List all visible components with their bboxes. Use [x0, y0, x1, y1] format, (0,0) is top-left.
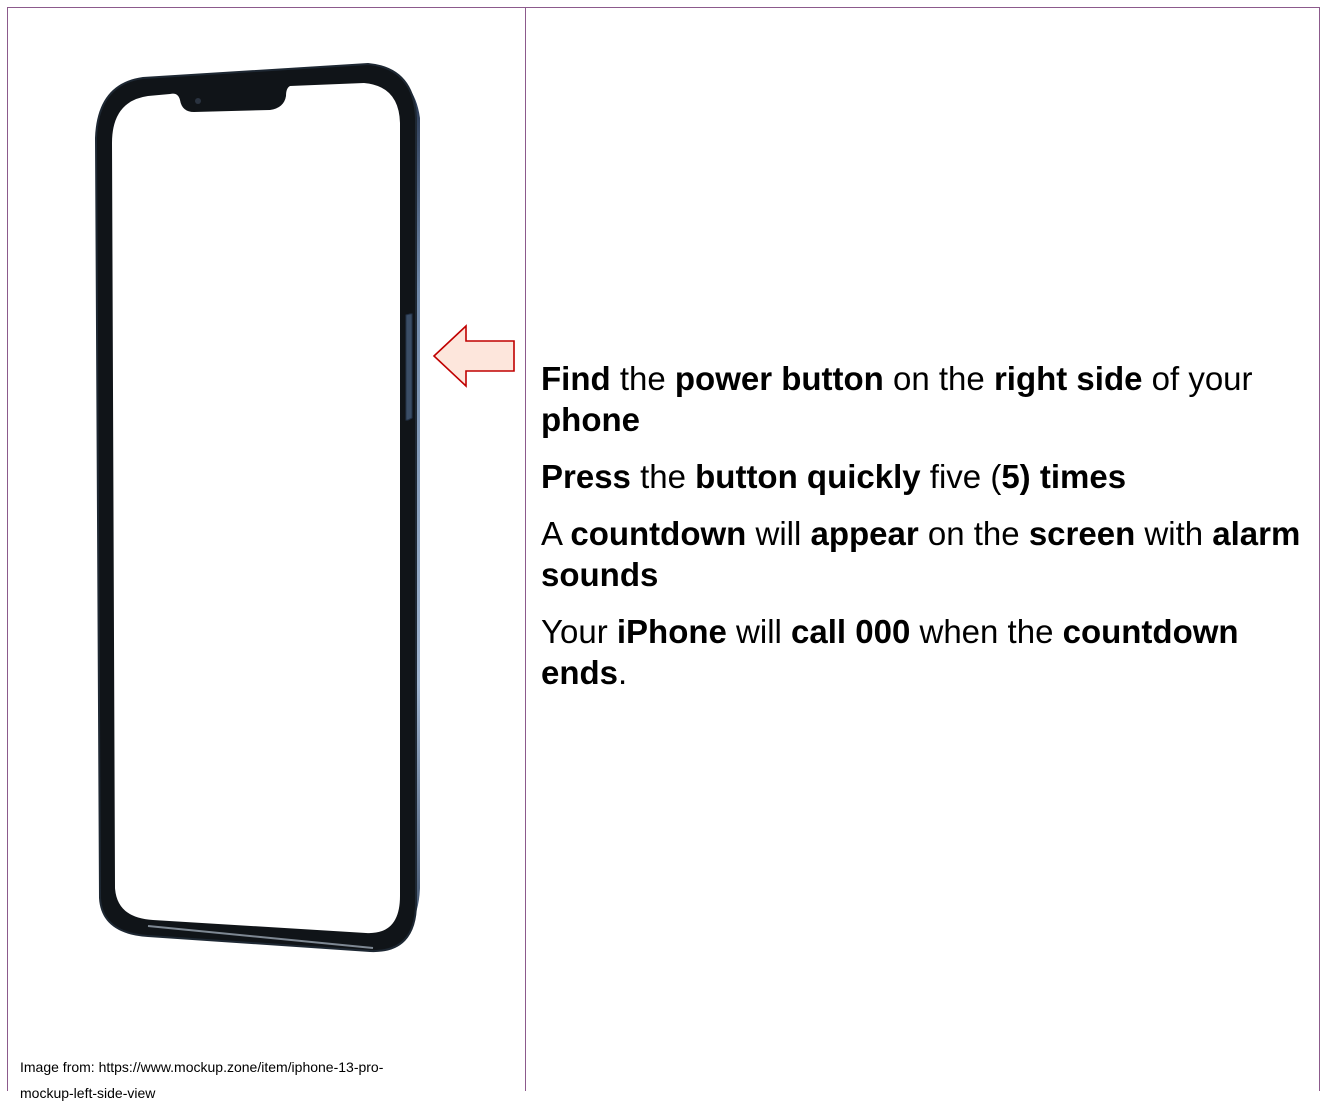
step-text-run: screen	[1028, 515, 1136, 552]
step-text-run: right side	[993, 360, 1143, 397]
step-text-run: iPhone	[616, 613, 727, 650]
step-text-run: phone	[541, 401, 640, 438]
caption-line-2: mockup-left-side-view	[20, 1085, 156, 1101]
step-text-run: will	[726, 613, 792, 650]
step-press: Press the button quickly five (5) times	[541, 456, 1311, 497]
step-text-run: countdown	[570, 515, 747, 552]
step-text-run: power button	[674, 360, 884, 397]
step-text-run: of your	[1142, 360, 1253, 397]
phone-image-cell: Image from: https://www.mockup.zone/item…	[8, 8, 525, 1101]
image-caption: Image from: https://www.mockup.zone/item…	[20, 1054, 515, 1106]
step-text-run: Find	[541, 360, 611, 397]
step-text-run: will	[746, 515, 811, 552]
step-text-run: Your	[541, 613, 617, 650]
step-find: Find the power button on the right side …	[541, 358, 1311, 440]
power-button-graphic	[405, 313, 413, 421]
step-text-run: when the	[910, 613, 1063, 650]
step-text-run: A	[541, 515, 571, 552]
step-countdown: A countdown will appear on the screen wi…	[541, 513, 1311, 595]
step-text-run: five (	[920, 458, 1002, 495]
column-divider	[525, 7, 526, 1091]
step-text-run: on the	[883, 360, 994, 397]
step-call: Your iPhone will call 000 when the count…	[541, 611, 1311, 693]
step-text-run: the	[630, 458, 696, 495]
camera-icon	[195, 98, 201, 104]
left-arrow-icon	[432, 324, 515, 388]
instruction-steps: Find the power button on the right side …	[541, 358, 1311, 709]
step-text-run: appear	[810, 515, 919, 552]
step-text-run: on the	[918, 515, 1029, 552]
step-text-run: 5) times	[1001, 458, 1127, 495]
step-text-run: the	[610, 360, 675, 397]
step-text-run: Press	[541, 458, 631, 495]
step-text-run: button quickly	[695, 458, 921, 495]
step-text-run: .	[618, 654, 628, 691]
step-text-run: call 000	[791, 613, 911, 650]
caption-line-1: Image from: https://www.mockup.zone/item…	[20, 1059, 384, 1075]
step-text-run: with	[1135, 515, 1213, 552]
iphone-image	[94, 62, 420, 953]
